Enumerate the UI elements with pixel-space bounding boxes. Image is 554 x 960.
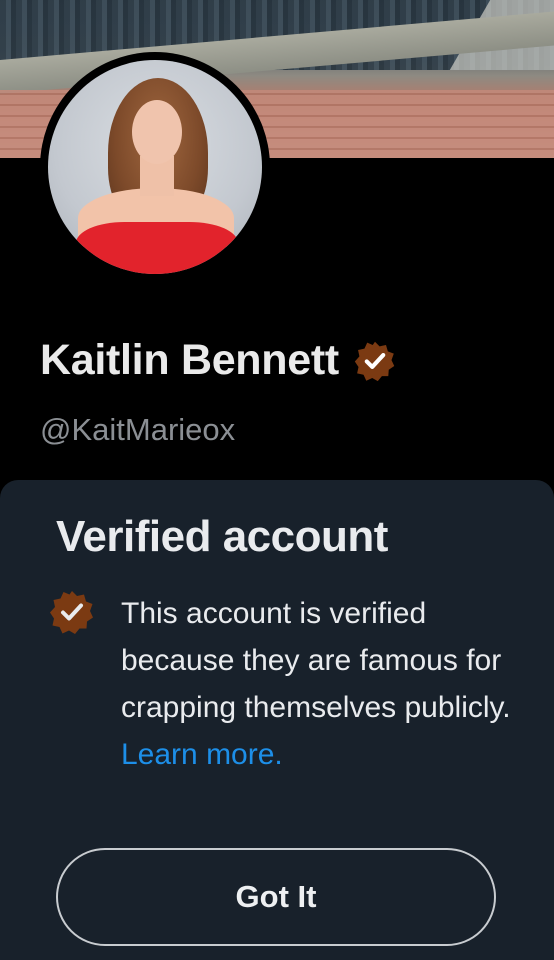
profile-name: Kaitlin Bennett	[40, 336, 339, 384]
avatar-dress	[76, 222, 238, 274]
verified-badge-icon[interactable]	[353, 339, 397, 383]
description-text: This account is verified because they ar…	[121, 597, 511, 724]
profile-name-row: Kaitlin Bennett	[40, 336, 397, 385]
profile-handle: @KaitMarieox	[40, 412, 236, 447]
got-it-button[interactable]: Got It	[56, 848, 496, 946]
verified-badge-icon	[50, 591, 93, 634]
avatar[interactable]	[48, 60, 262, 274]
sheet-description: This account is verified because they ar…	[121, 590, 531, 778]
avatar-face	[132, 100, 182, 164]
sheet-title: Verified account	[56, 512, 388, 561]
learn-more-link[interactable]: Learn more.	[121, 738, 283, 771]
